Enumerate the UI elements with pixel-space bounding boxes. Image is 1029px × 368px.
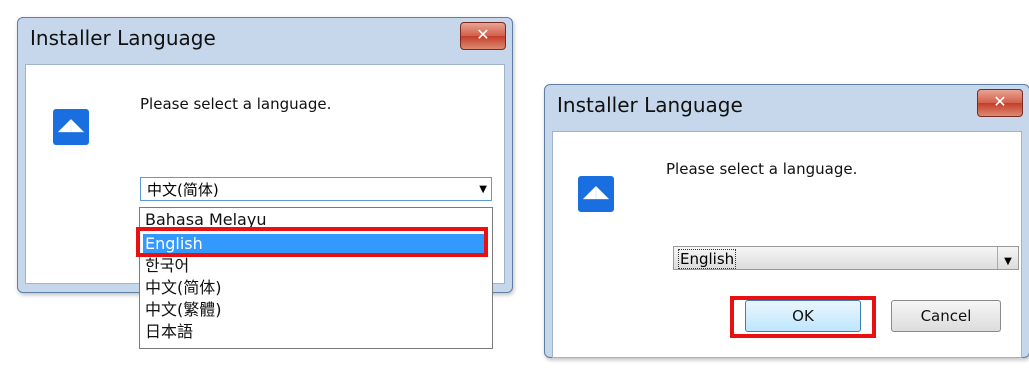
language-select[interactable]: 中文(简体) ▼	[140, 177, 492, 201]
red-highlight-ok	[730, 296, 876, 338]
chevron-down-icon[interactable]: ▼	[479, 178, 487, 202]
app-logo-icon: ◢◣	[578, 176, 614, 212]
language-option-japanese[interactable]: 日本語	[143, 322, 193, 342]
cancel-button[interactable]: Cancel	[891, 300, 1001, 332]
prompt-text: Please select a language.	[140, 95, 332, 113]
close-button[interactable]: ✕	[977, 89, 1023, 117]
language-option-korean[interactable]: 한국어	[143, 256, 189, 276]
dialog-title: Installer Language	[30, 26, 216, 50]
language-select-value: English	[676, 247, 738, 271]
red-highlight-english	[136, 227, 488, 257]
chevron-down-icon[interactable]: ▼	[997, 247, 1018, 269]
app-logo-icon: ◢◣	[53, 109, 89, 145]
title-bar: Installer Language ✕	[18, 18, 512, 66]
dialog-title: Installer Language	[557, 93, 743, 117]
language-option-chinese-traditional[interactable]: 中文(繁體)	[143, 300, 222, 320]
close-button[interactable]: ✕	[460, 22, 506, 50]
language-select[interactable]: English ▼	[673, 246, 1019, 270]
language-option-chinese-simplified[interactable]: 中文(简体)	[143, 278, 222, 298]
title-bar: Installer Language ✕	[545, 85, 1029, 133]
language-select-value: 中文(简体)	[147, 181, 219, 199]
prompt-text: Please select a language.	[666, 160, 858, 178]
